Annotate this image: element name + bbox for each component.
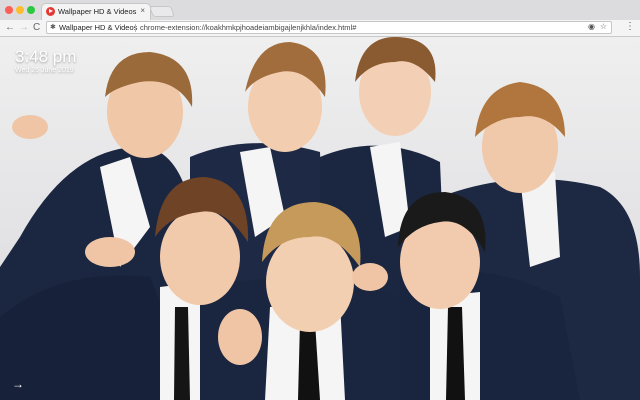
window-titlebar: Wallpaper HD & Videos × bbox=[0, 0, 640, 20]
next-wallpaper-arrow-icon[interactable]: → bbox=[12, 377, 24, 391]
new-tab-button[interactable] bbox=[148, 6, 176, 17]
back-button[interactable]: ← bbox=[5, 21, 15, 35]
origin-chip: Wallpaper HD & Videos bbox=[59, 23, 138, 32]
browser-tab[interactable]: Wallpaper HD & Videos × bbox=[41, 3, 151, 20]
browser-menu-icon[interactable]: ⋮ bbox=[625, 21, 635, 32]
wallpaper-clock: 3:48 pm bbox=[15, 47, 77, 66]
wallpaper-page: 3:48 pm Wed 26 June 2019 → bbox=[0, 37, 640, 400]
cast-icon[interactable]: ◉ bbox=[588, 22, 595, 31]
address-bar[interactable]: ✱ Wallpaper HD & Videos chrome-extension… bbox=[46, 21, 612, 34]
minimize-window-button[interactable] bbox=[16, 6, 24, 14]
tab-title: Wallpaper HD & Videos bbox=[58, 7, 137, 16]
url-text[interactable]: chrome-extension://koakhmkpjhoadeiambiga… bbox=[140, 23, 356, 32]
extension-puzzle-icon: ✱ bbox=[50, 24, 56, 31]
tab-close-icon[interactable]: × bbox=[140, 6, 145, 15]
wallpaper-date: Wed 26 June 2019 bbox=[15, 67, 74, 74]
group-photo-wallpaper bbox=[0, 37, 640, 400]
reload-button[interactable]: C bbox=[33, 21, 40, 35]
forward-button[interactable]: → bbox=[19, 21, 29, 35]
close-window-button[interactable] bbox=[5, 6, 13, 14]
browser-toolbar: ← → C ✱ Wallpaper HD & Videos chrome-ext… bbox=[0, 20, 640, 37]
maximize-window-button[interactable] bbox=[27, 6, 35, 14]
youtube-favicon-icon bbox=[46, 7, 55, 16]
origin-separator bbox=[135, 24, 136, 32]
bookmark-star-icon[interactable]: ☆ bbox=[600, 22, 607, 31]
